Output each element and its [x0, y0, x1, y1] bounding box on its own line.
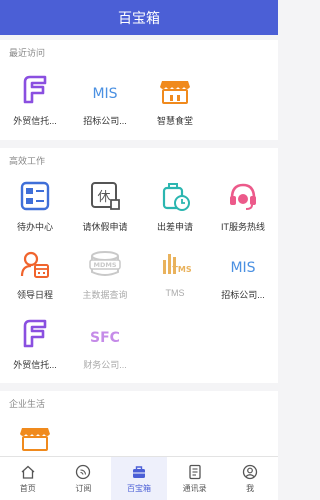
app-item-it-hotline[interactable]: IT服务热线	[208, 178, 278, 233]
svg-text:SFC: SFC	[90, 330, 120, 346]
app-label: TMS	[165, 288, 185, 298]
mis-icon: MIS	[230, 260, 255, 276]
app-label: 财务公司...	[83, 360, 127, 370]
app-label: 领导日程	[16, 290, 53, 300]
section-title-life: 企业生活	[9, 399, 46, 409]
app-label: 智慧食堂	[156, 116, 193, 126]
tab-label: 我	[246, 483, 255, 493]
section-life: 企业生活	[0, 391, 278, 456]
app-item-master-data[interactable]: MDMS 主数据查询	[70, 246, 140, 301]
bottom-tab-bar: 首页 订阅 百宝箱 通讯录 我	[0, 456, 278, 500]
canteen-icon	[160, 81, 190, 104]
app-label: 出差申请	[156, 222, 193, 232]
tab-toolbox[interactable]: 百宝箱	[111, 457, 167, 500]
svg-text:MIS: MIS	[92, 86, 117, 102]
tab-profile[interactable]: 我	[222, 457, 278, 500]
app-item-smart-canteen[interactable]: 智慧食堂	[140, 72, 210, 127]
app-item-leave-request[interactable]: 休 请休假申请	[70, 178, 140, 233]
app-label: 招标公司...	[83, 116, 127, 126]
mis-icon: MIS	[92, 86, 117, 102]
travel-icon	[162, 183, 190, 211]
sfc-icon: SFC	[90, 330, 120, 346]
svg-text:休: 休	[97, 190, 110, 205]
f-app-icon	[23, 75, 47, 104]
svg-text:MDMS: MDMS	[93, 261, 116, 269]
subscribe-icon	[76, 464, 91, 479]
canteen-icon	[20, 428, 50, 451]
app-item-finance-company[interactable]: SFC 财务公司...	[70, 316, 140, 371]
headset-icon	[230, 183, 256, 210]
tab-subscribe[interactable]: 订阅	[56, 457, 112, 500]
todo-center-icon	[20, 181, 50, 211]
app-item-tms[interactable]: TMS TMS	[140, 246, 210, 298]
home-icon	[21, 465, 35, 479]
app-item-leader-schedule[interactable]: 领导日程	[0, 246, 70, 301]
app-label: 外贸信托...	[13, 116, 57, 126]
tab-label: 订阅	[75, 483, 92, 493]
section-title-work: 高效工作	[9, 156, 46, 166]
section-title-recent: 最近访问	[9, 48, 46, 58]
app-label: 主数据查询	[82, 290, 128, 300]
app-item-todo-center[interactable]: 待办中心	[0, 178, 70, 233]
page-title: 百宝箱	[118, 9, 160, 26]
app-item-business-trip[interactable]: 出差申请	[140, 178, 210, 233]
contacts-icon	[188, 464, 201, 479]
f-app-icon	[23, 319, 47, 348]
app-item-bidding-company-2[interactable]: MIS 招标公司...	[208, 246, 278, 301]
tms-icon: TMS	[163, 254, 192, 274]
app-item-foreign-trust[interactable]: 外贸信托...	[0, 72, 70, 127]
section-work: 高效工作 待办中心 休 请休假申请 出差申请 IT服务热线 领导日程 MDMS …	[0, 148, 278, 383]
schedule-icon	[20, 251, 49, 278]
app-label: 待办中心	[16, 222, 53, 232]
tab-label: 百宝箱	[126, 483, 151, 493]
section-recent: 最近访问 外贸信托... MIS 招标公司... 智慧食堂	[0, 40, 278, 140]
tab-home[interactable]: 首页	[0, 457, 56, 500]
header-bar: 百宝箱	[0, 0, 278, 35]
tab-label: 通讯录	[182, 483, 207, 493]
app-label: 外贸信托...	[13, 360, 57, 370]
toolbox-icon	[132, 465, 145, 478]
app-item-foreign-trust-2[interactable]: 外贸信托...	[0, 316, 70, 371]
svg-text:TMS: TMS	[172, 265, 191, 274]
profile-icon	[243, 464, 258, 479]
svg-text:MIS: MIS	[230, 260, 255, 276]
app-label: 请休假申请	[82, 222, 128, 232]
app-item-canteen-life[interactable]	[0, 419, 70, 455]
app-item-bidding-company[interactable]: MIS 招标公司...	[70, 72, 140, 127]
leave-icon: 休	[91, 182, 120, 210]
tab-contacts[interactable]: 通讯录	[167, 457, 223, 500]
app-label: 招标公司...	[221, 290, 265, 300]
app-label: IT服务热线	[221, 222, 265, 232]
tab-label: 首页	[19, 483, 36, 493]
mdms-icon: MDMS	[89, 251, 121, 276]
